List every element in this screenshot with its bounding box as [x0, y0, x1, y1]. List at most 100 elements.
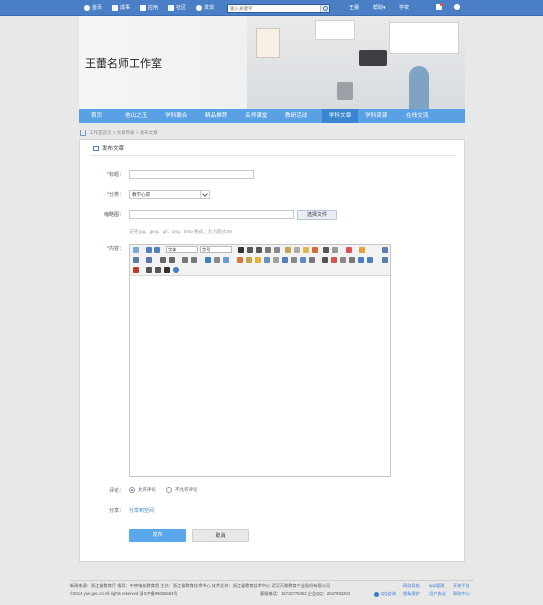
panel-title: 发布文章	[102, 146, 125, 152]
strikethrough-icon[interactable]	[265, 247, 271, 253]
share-to-space-link[interactable]: 分享到空间	[129, 507, 154, 514]
font-family-select[interactable]: 字体	[166, 246, 198, 253]
compass-icon	[196, 4, 202, 11]
topbar-item-book[interactable]: 成事	[112, 4, 130, 11]
footer-link-terms[interactable]: 用户协议	[429, 591, 446, 597]
comment-deny-label[interactable]: 不允许评论	[175, 487, 198, 493]
multi-image-icon[interactable]	[246, 257, 252, 263]
nav-item-chat[interactable]: 在线交流	[406, 109, 428, 123]
highlight-icon[interactable]	[312, 247, 318, 253]
page-break-icon[interactable]	[133, 267, 139, 273]
search-replace-icon[interactable]	[358, 257, 364, 263]
subject-menu[interactable]: 学校	[399, 4, 409, 11]
outdent-icon[interactable]	[169, 257, 175, 263]
nav-item-home[interactable]: 首页	[91, 109, 102, 123]
search-input[interactable]	[230, 5, 320, 12]
topbar-item-label: 社区	[176, 5, 187, 11]
footer-link-open[interactable]: 开放平台	[453, 583, 470, 589]
choose-file-button[interactable]: 选择文件	[297, 210, 337, 220]
footer-link-sitemap[interactable]: 网站导航	[403, 583, 420, 589]
align-center-icon[interactable]	[191, 257, 197, 263]
font-color-icon[interactable]	[346, 247, 352, 253]
qq-label: QQ咨询	[381, 591, 396, 596]
nav-item-resources[interactable]: 学科资源	[365, 109, 387, 123]
category-value: 教学心得	[132, 192, 150, 197]
binoculars-icon[interactable]	[164, 267, 170, 273]
special-char-icon[interactable]	[349, 257, 355, 263]
code-icon[interactable]	[300, 257, 306, 263]
preview-icon[interactable]	[367, 257, 373, 263]
thumbnail-path-input[interactable]	[129, 210, 294, 219]
breadcrumb: 工作室首页 > 文章列表 > 发布文章	[80, 128, 158, 137]
date-icon[interactable]	[331, 257, 337, 263]
topbar-item-label: 首页	[92, 5, 103, 11]
background-color-icon[interactable]	[359, 247, 365, 253]
font-size-select[interactable]: 字号	[200, 246, 232, 253]
zoom-icon[interactable]	[155, 267, 161, 273]
indent-icon[interactable]	[160, 257, 166, 263]
comment-allow-radio[interactable]	[129, 487, 135, 493]
help-menu-label: 帮助▾	[373, 5, 386, 11]
map-icon[interactable]	[291, 257, 297, 263]
undo-icon[interactable]	[146, 247, 152, 253]
image-icon[interactable]	[237, 257, 243, 263]
footer-link-privacy[interactable]: 隐私保护	[403, 591, 420, 597]
nav-item-classroom[interactable]: 名师课堂	[245, 109, 267, 123]
align-left-icon[interactable]	[182, 257, 188, 263]
emoji-icon[interactable]	[255, 257, 261, 263]
search-icon[interactable]	[320, 5, 329, 12]
nav-item-articles[interactable]: 学科文章	[322, 109, 358, 123]
nav-item-recommend[interactable]: 精品推荐	[205, 109, 227, 123]
superscript-icon[interactable]	[274, 247, 280, 253]
bold-icon[interactable]	[238, 247, 244, 253]
unlink-icon[interactable]	[214, 257, 220, 263]
source-icon[interactable]	[133, 247, 139, 253]
unordered-list-icon[interactable]	[146, 257, 152, 263]
table-icon[interactable]	[332, 247, 338, 253]
topbar-item-apps[interactable]: 应用	[140, 4, 158, 11]
drafts-icon[interactable]	[382, 257, 388, 263]
help-icon[interactable]	[173, 267, 179, 273]
category-select[interactable]: 教学心得	[129, 190, 210, 199]
video-icon[interactable]	[264, 257, 270, 263]
underline-icon[interactable]	[256, 247, 262, 253]
print-icon[interactable]	[146, 267, 152, 273]
nav-item-aggregate[interactable]: 学科聚合	[165, 109, 187, 123]
help-menu[interactable]: 帮助▾	[373, 4, 386, 11]
topbar-item-community[interactable]: 社区	[168, 4, 186, 11]
time-icon[interactable]	[340, 257, 346, 263]
quote-icon[interactable]	[323, 247, 329, 253]
footer-sponsors: 新闻来源：浙江省数育厅 指导：中央电化教育馆 主办：浙江省教育技术中心 技术支持…	[70, 583, 331, 588]
nav-item-activity[interactable]: 教研活动	[285, 109, 307, 123]
qq-consult[interactable]: QQ咨询	[374, 591, 396, 597]
gear-icon[interactable]	[454, 4, 460, 10]
message-icon[interactable]	[436, 3, 443, 10]
format-painter-icon[interactable]	[303, 247, 309, 253]
topbar-item-home[interactable]: 首页	[84, 4, 102, 11]
horizontal-rule-icon[interactable]	[322, 257, 328, 263]
ordered-list-icon[interactable]	[133, 257, 139, 263]
footer-link-help[interactable]: 帮助中心	[453, 591, 470, 597]
redo-icon[interactable]	[154, 247, 160, 253]
attachment-icon[interactable]	[282, 257, 288, 263]
footer-link-app[interactable]: app管理	[429, 583, 444, 589]
template-icon[interactable]	[309, 257, 315, 263]
user-name[interactable]: 王蕾	[349, 4, 359, 11]
title-input[interactable]	[129, 170, 254, 179]
cancel-button[interactable]: 取消	[192, 529, 249, 542]
home-icon[interactable]	[80, 129, 86, 136]
anchor-icon[interactable]	[223, 257, 229, 263]
comment-allow-label[interactable]: 允许评论	[138, 487, 156, 493]
music-icon[interactable]	[273, 257, 279, 263]
fullscreen-icon[interactable]	[382, 247, 388, 253]
topbar-item-discover[interactable]: 发现	[196, 4, 214, 11]
italic-icon[interactable]	[247, 247, 253, 253]
footer: 新闻来源：浙江省数育厅 指导：中央电化教育馆 主办：浙江省教育技术中心 技术支持…	[70, 580, 474, 600]
link-icon[interactable]	[205, 257, 211, 263]
publish-button[interactable]: 发布	[129, 529, 186, 542]
breadcrumb-text[interactable]: 工作室首页 > 文章列表 > 发布文章	[89, 130, 158, 136]
eraser-icon[interactable]	[294, 247, 300, 253]
nav-item-jade[interactable]: 他山之玉	[125, 109, 147, 123]
brush-icon[interactable]	[285, 247, 291, 253]
comment-deny-radio[interactable]	[166, 487, 172, 493]
